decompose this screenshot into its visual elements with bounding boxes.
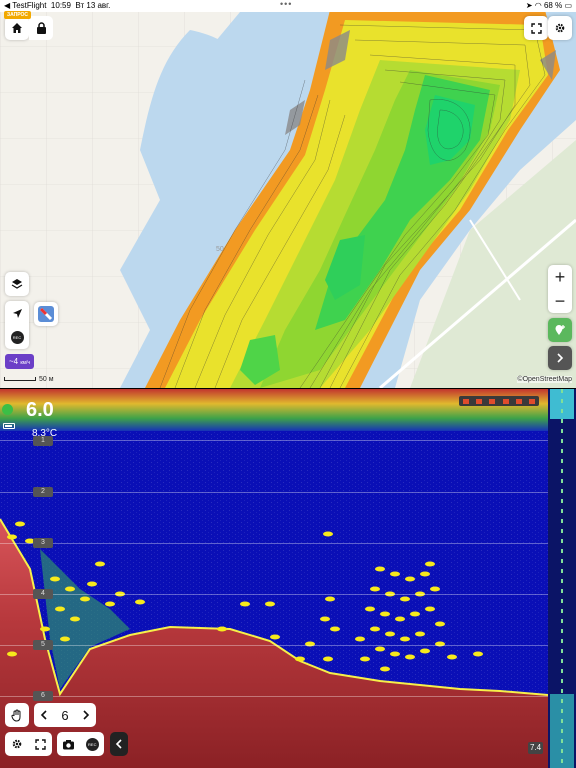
depth-gridline [0,645,548,646]
depth-scale-label: 5 [33,640,53,650]
zoom-in-button[interactable]: + [548,265,572,289]
status-left: ◀ TestFlight 10:59 Вт 13 авг. [4,1,110,10]
sonar-connection-icon[interactable] [2,404,13,415]
pan-mode-button[interactable] [5,703,29,727]
indicator-icon [529,398,536,404]
indicator-icon [515,398,522,404]
status-time: 10:59 [50,1,71,10]
speed-unit: км/ч [20,360,30,366]
contour-depth-label: 50 [216,246,224,253]
fullscreen-button[interactable] [524,16,548,40]
current-depth: 6.0 [26,399,54,421]
indicator-icon [462,398,469,404]
gain-stepper: 6 [34,703,96,727]
collapse-toolbar-button[interactable] [110,732,128,756]
multitask-dots[interactable]: ••• [280,0,292,9]
map-left-tools: REC [5,301,29,349]
gain-value: 6 [61,707,69,723]
map-canvas [0,0,576,388]
sonar-signal-indicators [459,396,539,406]
compass-icon [38,306,54,322]
scale-label: 50 м [39,376,54,383]
testflight-back-link[interactable]: ◀ TestFlight [4,1,46,10]
camera-icon[interactable] [62,739,75,750]
sonar-zoom-level[interactable]: 7.4 [528,742,543,754]
capture-group: REC [57,732,104,756]
status-right: ➤ ◠ 68 % ▭ [526,1,572,10]
depth-gridline [0,492,548,493]
fullscreen-icon [530,22,542,34]
indicator-icon [489,398,496,404]
compass-button[interactable] [34,302,58,326]
sonar-record-button[interactable]: REC [85,737,99,751]
chevron-left-icon [115,739,122,749]
gear-icon[interactable] [11,738,23,750]
depth-scale-label: 4 [33,589,53,599]
home-button[interactable] [5,16,29,40]
settings-button[interactable] [548,16,572,40]
chevron-right-icon[interactable] [82,710,90,720]
chevron-left-icon[interactable] [40,710,48,720]
speed-indicator: ~4 км/ч [5,354,34,369]
indicator-icon [475,398,482,404]
rec-icon: REC [10,330,24,344]
lock-icon [36,22,46,34]
home-icon [12,23,22,33]
app-root: ◀ TestFlight 10:59 Вт 13 авг. ••• ➤ ◠ 68… [0,0,576,768]
add-pin-icon [555,325,565,335]
indicator-icon [502,398,509,404]
scale-bar [4,377,36,382]
bathymetry-map[interactable]: 50 REC ~4 км/ч 50 м ©OpenStreetMap + − [0,0,576,388]
layers-button[interactable] [5,272,29,296]
request-badge[interactable]: ЗАПРОС [4,11,32,19]
locate-button[interactable] [5,301,29,325]
battery-icon: ▭ [564,1,572,10]
depth-gridline [0,696,548,697]
navigation-arrow-icon [12,308,22,318]
fullscreen-icon[interactable] [35,738,46,750]
chevron-right-icon [557,353,564,363]
zoom-controls: + − [548,265,572,313]
map-scale: 50 м [4,376,54,383]
zoom-out-button[interactable]: − [548,289,572,313]
sonar-battery-icon [3,423,15,429]
map-record-button[interactable]: REC [5,325,29,349]
depth-scale-label: 2 [33,487,53,497]
depth-gridline [0,543,548,544]
depth-scale-label: 3 [33,538,53,548]
speed-value: ~4 [9,357,19,366]
gear-icon [555,23,565,33]
lock-button[interactable] [29,16,53,40]
depth-gridline [0,594,548,595]
wifi-icon: ◠ [534,1,542,10]
depth-gridline [0,440,548,441]
location-icon: ➤ [525,1,533,10]
depth-scale-label: 6 [33,691,53,701]
status-bar: ◀ TestFlight 10:59 Вт 13 авг. ••• ➤ ◠ 68… [0,0,576,12]
water-temperature: 8.3°C [32,428,58,439]
battery-percent: 68 % [543,1,563,10]
map-attribution[interactable]: ©OpenStreetMap [517,376,572,383]
status-date: Вт 13 авг. [75,1,111,10]
add-waypoint-button[interactable] [548,318,572,342]
layers-icon [11,279,23,289]
expand-panel-button[interactable] [548,346,572,370]
hand-icon [11,709,21,722]
sonar-settings-group [5,732,52,756]
depth-flasher [548,389,576,768]
